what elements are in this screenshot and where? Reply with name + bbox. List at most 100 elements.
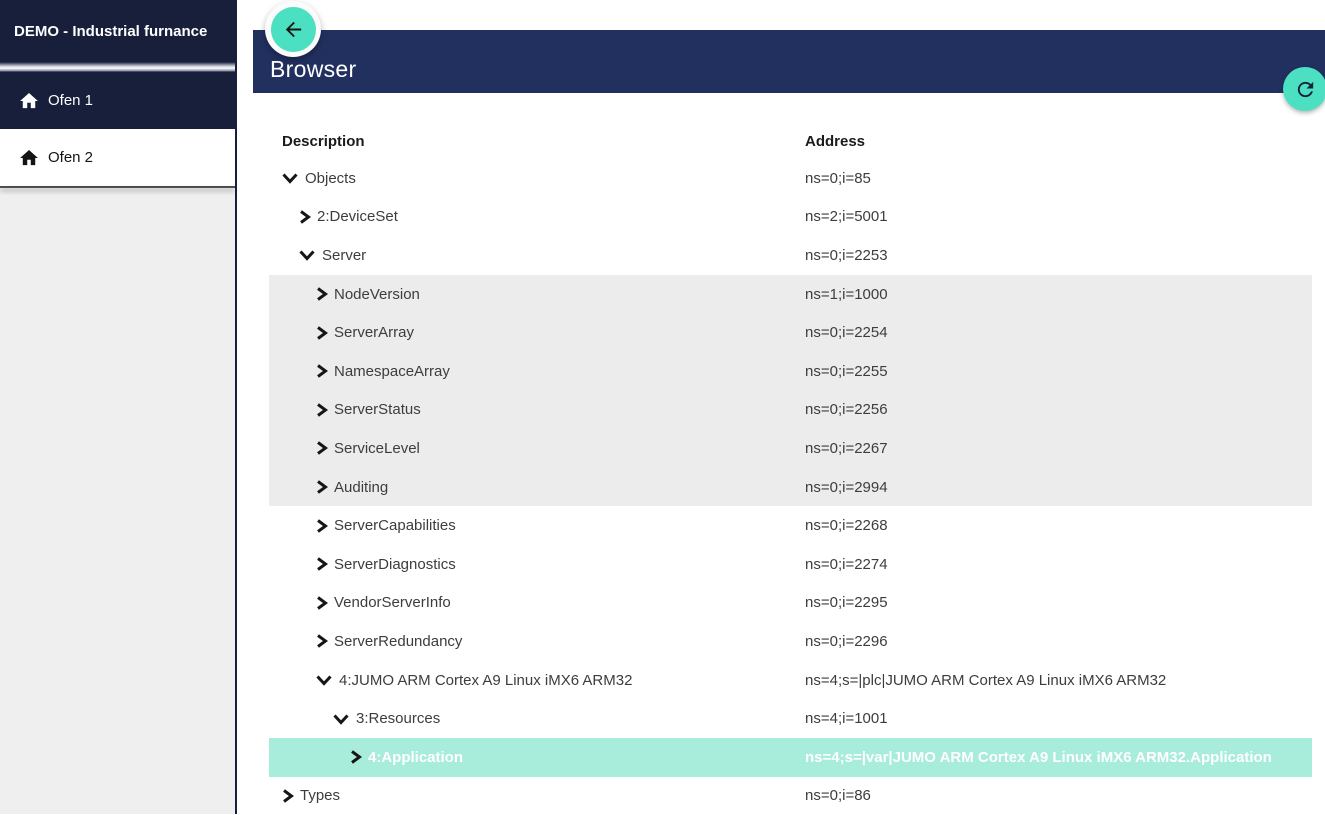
tree-node-description: 3:Resources bbox=[269, 710, 440, 727]
tree-node-description: Objects bbox=[269, 170, 356, 187]
arrow-left-icon bbox=[282, 18, 305, 41]
chevron-down-icon[interactable] bbox=[315, 672, 333, 688]
sidebar-title-label: DEMO - Industrial furnance bbox=[14, 23, 207, 40]
chevron-right-icon[interactable] bbox=[315, 363, 328, 379]
tree-node-label: ServerRedundancy bbox=[334, 633, 462, 650]
table-row[interactable]: VendorServerInfons=0;i=2295 bbox=[269, 584, 1312, 623]
chevron-down-icon[interactable] bbox=[281, 170, 299, 186]
refresh-button[interactable] bbox=[1283, 67, 1325, 111]
tree-node-label: 4:Application bbox=[368, 749, 463, 766]
tree-node-address: ns=0;i=2254 bbox=[805, 324, 888, 341]
tree-node-description: ServerDiagnostics bbox=[269, 556, 456, 573]
home-icon bbox=[20, 93, 38, 109]
table-row[interactable]: NodeVersion ns=1;i=1000 bbox=[269, 275, 1312, 314]
table-header: Description Address bbox=[269, 127, 1312, 156]
tree-node-address: ns=0;i=2268 bbox=[805, 517, 888, 534]
tree-node-description: NamespaceArray bbox=[269, 363, 450, 380]
tree-node-label: NamespaceArray bbox=[334, 363, 450, 380]
chevron-right-icon[interactable] bbox=[298, 209, 311, 225]
tree-node-address: ns=0;i=2255 bbox=[805, 363, 888, 380]
tree-node-label: 3:Resources bbox=[356, 710, 440, 727]
tree-rows: Objects ns=0;i=85 2:DeviceSet ns=2;i=5001 Se… bbox=[269, 159, 1312, 815]
tree-node-address: ns=4;s=|var|JUMO ARM Cortex A9 Linux iMX… bbox=[805, 749, 1272, 766]
sidebar-title: DEMO - Industrial furnance bbox=[0, 0, 235, 62]
sidebar-item-ofen-2[interactable]: Ofen 2 bbox=[0, 129, 235, 186]
tree-node-label: ServerCapabilities bbox=[334, 517, 456, 534]
chevron-right-icon[interactable] bbox=[315, 325, 328, 341]
chevron-right-icon[interactable] bbox=[349, 749, 362, 765]
table-row[interactable]: ServerCapabilities ns=0;i=2268 bbox=[269, 506, 1312, 545]
tree-node-label: ServerStatus bbox=[334, 401, 421, 418]
tree-node-description: 4:Application bbox=[269, 749, 463, 766]
tree-node-description: Server bbox=[269, 247, 366, 264]
tree-node-address: ns=0;i=2994 bbox=[805, 479, 888, 496]
tree-node-address: ns=4;i=1001 bbox=[805, 710, 888, 727]
table-row[interactable]: ServerArray ns=0;i=2254 bbox=[269, 313, 1312, 352]
table-row[interactable]: ServerStatus ns=0;i=2256 bbox=[269, 391, 1312, 430]
sidebar-items-divider bbox=[0, 186, 235, 188]
appbar: Browser bbox=[253, 30, 1325, 93]
tree-node-label: Types bbox=[300, 787, 340, 804]
table-row[interactable]: Types ns=0;i=86 bbox=[269, 777, 1312, 815]
back-button[interactable] bbox=[271, 7, 316, 52]
tree-node-address: ns=0;i=2267 bbox=[805, 440, 888, 457]
tree-node-label: 2:DeviceSet bbox=[317, 208, 398, 225]
tree-node-label: VendorServerInfo bbox=[334, 594, 451, 611]
tree-node-address: ns=0;i=2296 bbox=[805, 633, 888, 650]
tree-node-description: NodeVersion bbox=[269, 286, 420, 303]
table-row[interactable]: 4:Application ns=4;s=|var|JUMO ARM Cortex… bbox=[269, 738, 1312, 777]
table-row[interactable]: NamespaceArray ns=0;i=2255 bbox=[269, 352, 1312, 391]
tree-node-label: Server bbox=[322, 247, 366, 264]
chevron-right-icon[interactable] bbox=[315, 633, 328, 649]
tree-node-description: ServerCapabilities bbox=[269, 517, 456, 534]
tree-node-label: NodeVersion bbox=[334, 286, 420, 303]
tree-node-label: ServerArray bbox=[334, 324, 414, 341]
table-row[interactable]: 2:DeviceSet ns=2;i=5001 bbox=[269, 198, 1312, 237]
tree-node-description: Auditing bbox=[269, 479, 388, 496]
tree-node-address: ns=1;i=1000 bbox=[805, 286, 888, 303]
table-row[interactable]: Objects ns=0;i=85 bbox=[269, 159, 1312, 198]
table-row[interactable]: 3:Resources ns=4;i=1001 bbox=[269, 699, 1312, 738]
chevron-right-icon[interactable] bbox=[315, 518, 328, 534]
table-row[interactable]: Auditing ns=0;i=2994 bbox=[269, 468, 1312, 507]
tree-node-address: ns=2;i=5001 bbox=[805, 208, 888, 225]
tree-node-description: Types bbox=[269, 787, 340, 804]
tree-node-address: ns=0;i=85 bbox=[805, 170, 871, 187]
back-button-ring bbox=[265, 1, 321, 57]
column-header-description: Description bbox=[269, 133, 365, 150]
tree-node-label: Objects bbox=[305, 170, 356, 187]
tree-node-label: Auditing bbox=[334, 479, 388, 496]
tree-node-description: VendorServerInfo bbox=[269, 594, 451, 611]
tree-node-address: ns=0;i=86 bbox=[805, 787, 871, 804]
tree-node-address: ns=4;s=|plc|JUMO ARM Cortex A9 Linux iMX… bbox=[805, 672, 1166, 689]
tree-node-description: ServerArray bbox=[269, 324, 414, 341]
tree-node-description: 2:DeviceSet bbox=[269, 208, 398, 225]
home-icon bbox=[20, 150, 38, 166]
table-row[interactable]: ServiceLevel ns=0;i=2267 bbox=[269, 429, 1312, 468]
column-header-address: Address bbox=[805, 133, 865, 150]
table-row[interactable]: ServerDiagnostics ns=0;i=2274 bbox=[269, 545, 1312, 584]
refresh-icon bbox=[1294, 78, 1317, 101]
tree-node-description: ServerRedundancy bbox=[269, 633, 462, 650]
tree-node-address: ns=0;i=2253 bbox=[805, 247, 888, 264]
chevron-right-icon[interactable] bbox=[315, 479, 328, 495]
tree-node-label: ServiceLevel bbox=[334, 440, 420, 457]
page-title: Browser bbox=[253, 56, 356, 93]
chevron-down-icon[interactable] bbox=[332, 711, 350, 727]
tree-node-address: ns=0;i=2274 bbox=[805, 556, 888, 573]
tree-node-description: ServiceLevel bbox=[269, 440, 420, 457]
chevron-down-icon[interactable] bbox=[298, 247, 316, 263]
table-row[interactable]: Server ns=0;i=2253 bbox=[269, 236, 1312, 275]
chevron-right-icon[interactable] bbox=[315, 440, 328, 456]
chevron-right-icon[interactable] bbox=[315, 595, 328, 611]
tree-node-address: ns=0;i=2256 bbox=[805, 401, 888, 418]
chevron-right-icon[interactable] bbox=[315, 286, 328, 302]
table-row[interactable]: 4:JUMO ARM Cortex A9 Linux iMX6 ARM32ns=… bbox=[269, 661, 1312, 700]
chevron-right-icon[interactable] bbox=[315, 556, 328, 572]
sidebar-item-ofen-1[interactable]: Ofen 1 bbox=[0, 72, 235, 129]
chevron-right-icon[interactable] bbox=[281, 788, 294, 804]
sidebar-item-label: Ofen 1 bbox=[48, 92, 93, 109]
sidebar-header-divider bbox=[0, 62, 235, 72]
chevron-right-icon[interactable] bbox=[315, 402, 328, 418]
table-row[interactable]: ServerRedundancy ns=0;i=2296 bbox=[269, 622, 1312, 661]
